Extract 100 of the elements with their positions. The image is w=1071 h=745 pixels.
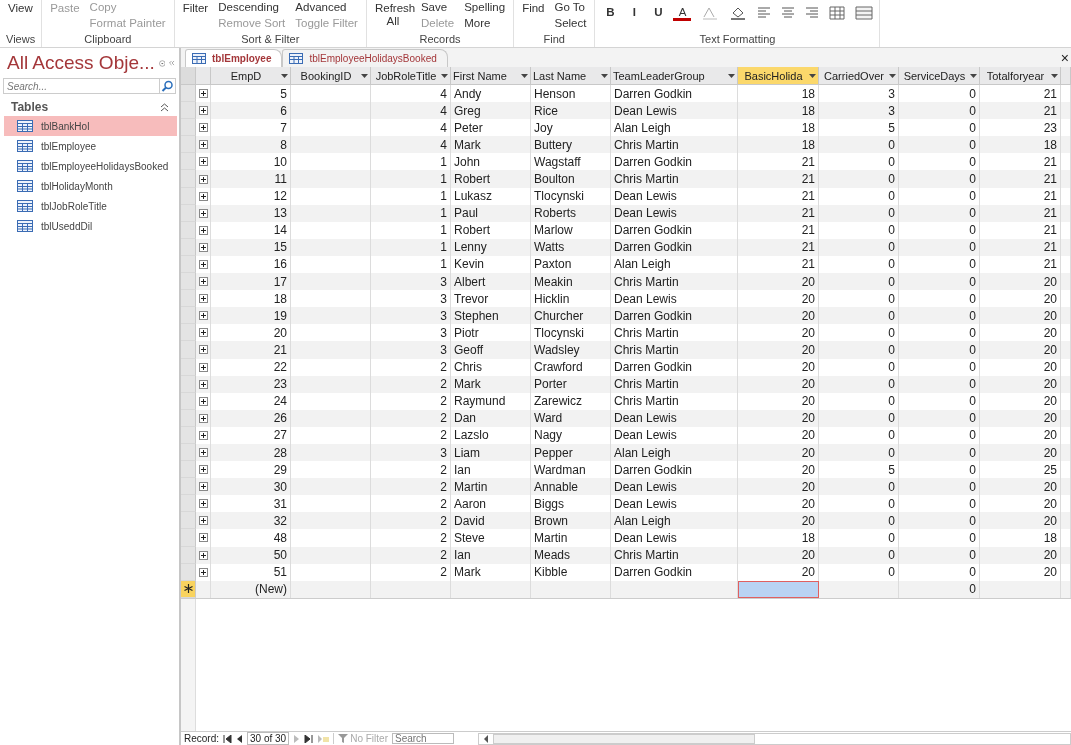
expand-icon[interactable] [198,465,208,475]
table-item[interactable]: tblBankHol [4,116,177,136]
font-color-button[interactable]: A [673,6,692,21]
expand-icon[interactable] [198,311,208,321]
column-header[interactable]: Last Name [531,67,611,85]
dropdown-icon[interactable] [889,73,896,78]
expand-icon[interactable] [198,174,208,184]
ribbon-button[interactable]: Advanced [293,0,360,14]
ribbon-button[interactable]: View [6,0,35,15]
expand-icon[interactable] [198,260,208,269]
table-cell[interactable] [738,580,819,598]
column-header[interactable]: TeamLeaderGroup [611,67,738,85]
ribbon-button[interactable]: Refresh All [372,0,413,28]
column-header[interactable]: BookingID [291,67,371,85]
align-right-icon[interactable] [805,6,820,18]
close-button[interactable]: × [1060,50,1069,66]
expand-icon[interactable] [198,482,208,492]
dropdown-icon[interactable] [521,73,528,78]
expand-icon[interactable] [198,499,208,509]
expand-icon[interactable] [198,242,208,252]
column-header[interactable]: First Name [451,67,531,85]
expand-icon[interactable] [198,430,208,440]
ribbon-button[interactable]: Select [552,16,589,30]
ribbon-button[interactable]: Go To [552,0,589,14]
expand-icon[interactable] [198,379,208,389]
expand-icon[interactable] [198,396,208,406]
table-cell: Kevin [454,257,485,272]
highlight-icon[interactable] [701,6,720,20]
search-icon[interactable] [160,78,176,94]
expand-icon[interactable] [198,516,208,526]
collapse-icon[interactable] [160,102,169,112]
expand-icon[interactable] [198,157,208,167]
expand-icon[interactable] [198,208,208,218]
expand-icon[interactable] [198,294,208,304]
dropdown-icon[interactable] [809,73,816,78]
table-item[interactable]: tblHolidayMonth [4,176,177,196]
expand-icon[interactable] [198,345,208,355]
ribbon-button[interactable]: Save [418,0,457,14]
expand-icon[interactable] [198,328,208,338]
table-cell[interactable]: 0 [899,580,980,598]
search-field[interactable]: Search [391,733,454,744]
table-item[interactable]: tblJobRoleTitle [4,196,177,216]
horizontal-scrollbar[interactable] [477,732,1071,745]
dropdown-icon[interactable] [1051,73,1058,78]
ribbon-button[interactable]: Filter [180,0,211,15]
expand-icon[interactable] [198,106,208,116]
expand-icon[interactable] [198,140,208,150]
expand-icon[interactable] [198,448,208,457]
first-record-icon[interactable] [223,734,232,743]
ribbon-button[interactable]: Descending [216,0,288,14]
dropdown-icon[interactable] [728,73,735,78]
dropdown-icon[interactable] [281,73,288,78]
gridlines-icon[interactable] [829,6,846,20]
dropdown-icon[interactable] [441,73,448,78]
ribbon-button[interactable]: Spelling [462,0,508,14]
document-tab[interactable]: tblEmployeeHolidaysBooked [282,49,448,67]
format-button[interactable]: I [625,6,644,18]
expand-icon[interactable] [198,277,208,287]
select-all-cell[interactable] [181,67,196,85]
next-record-icon[interactable] [293,734,301,743]
table-cell: 20 [801,411,815,426]
expand-icon[interactable] [198,191,208,201]
previous-record-icon[interactable] [236,734,243,743]
document-tab[interactable]: tblEmployee [185,49,283,67]
column-header[interactable]: EmpD [211,67,291,85]
table-item[interactable]: tblEmployeeHolidaysBooked [4,156,177,176]
dropdown-icon[interactable] [970,73,977,78]
expand-icon[interactable] [198,567,208,577]
table-item[interactable]: tblUseddDil [4,216,177,236]
fill-color-icon[interactable] [729,6,748,20]
expand-icon[interactable] [198,123,208,133]
column-header[interactable]: ServiceDays [899,67,980,85]
dropdown-icon[interactable] [601,73,608,78]
column-header[interactable]: CarriedOver [819,67,899,85]
expand-icon[interactable] [198,362,208,372]
column-header[interactable]: JobRoleTitle [371,67,451,85]
expand-icon[interactable] [198,225,208,235]
last-record-icon[interactable] [304,734,314,743]
search-field[interactable]: Search... [3,78,160,94]
expand-icon[interactable] [198,89,208,99]
scroll-left-icon[interactable] [482,734,489,743]
align-center-icon[interactable] [781,6,796,18]
table-item[interactable]: tblEmployee [4,136,177,156]
column-header[interactable]: BasicHolida [738,67,819,85]
column-header[interactable]: Totalforyear [980,67,1061,85]
expand-icon[interactable] [198,533,208,543]
align-left-icon[interactable] [757,6,772,18]
table-icon[interactable] [855,6,874,20]
table-cell: 18 [801,103,815,118]
table-cell[interactable]: (New) [211,580,291,598]
format-button[interactable]: U [649,6,668,18]
section-header: Tables [11,100,49,114]
expand-icon[interactable] [198,550,208,560]
table-cell: 20 [1043,496,1057,511]
record-position-field[interactable]: 30 of 30 [247,732,290,745]
dropdown-icon[interactable] [361,73,368,78]
ribbon-button[interactable]: Find [520,0,547,15]
ribbon-button[interactable]: More [462,16,508,30]
format-button[interactable]: B [601,6,620,18]
expand-icon[interactable] [198,413,208,423]
